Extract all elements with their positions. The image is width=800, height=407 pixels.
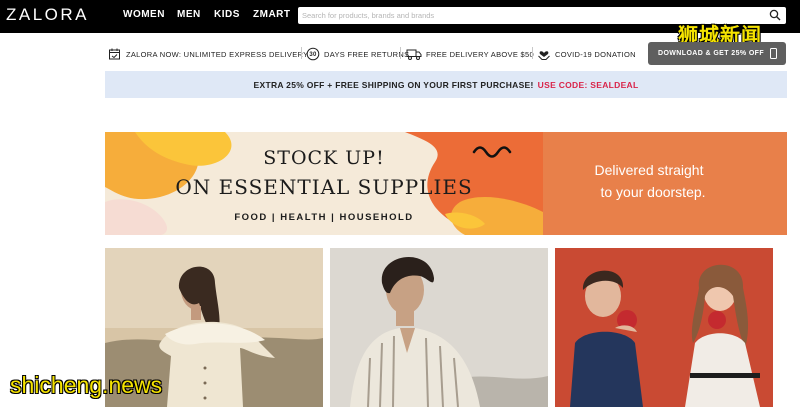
usp-divider <box>400 47 401 59</box>
usp-free-returns[interactable]: 30 DAYS FREE RETURNS <box>306 46 409 62</box>
usp-covid-donation[interactable]: COVID-19 DONATION <box>537 46 636 62</box>
hero-banner-essential-supplies[interactable]: STOCK UP! ON ESSENTIAL SUPPLIES FOOD | H… <box>105 132 787 235</box>
usp-returns-label: DAYS FREE RETURNS <box>324 49 410 59</box>
return-30-icon: 30 <box>306 47 320 61</box>
usp-divider <box>301 47 302 59</box>
usp-express-label: ZALORA NOW: UNLIMITED EXPRESS DELIVERY <box>126 49 309 59</box>
hero-subtitle: FOOD | HEALTH | HOUSEHOLD <box>234 212 414 223</box>
search-icon[interactable] <box>769 9 781 21</box>
heart-hands-icon <box>538 51 550 60</box>
phone-icon <box>770 48 778 59</box>
nav-item-women[interactable]: WOMEN <box>123 9 165 20</box>
hero-title-line1: STOCK UP! <box>263 147 385 169</box>
download-app-button[interactable]: DOWNLOAD & GET 25% OFF <box>648 42 786 65</box>
promo-strip[interactable]: EXTRA 25% OFF + FREE SHIPPING ON YOUR FI… <box>105 71 787 98</box>
men-fashion-image <box>330 248 548 407</box>
hero-title-line2: ON ESSENTIAL SUPPLIES <box>175 175 473 199</box>
usp-covid-label: COVID-19 DONATION <box>555 49 636 59</box>
watermark-bottom: shicheng.news <box>10 372 163 398</box>
hero-right-line1: Delivered straight <box>594 162 704 178</box>
svg-text:30: 30 <box>309 52 317 58</box>
download-app-label: DOWNLOAD & GET 25% OFF <box>658 50 765 57</box>
zalora-homepage: ZALORA WOMEN MEN KIDS ZMART 狮城新闻 ZALORA … <box>0 0 800 407</box>
nav-item-zmart[interactable]: ZMART <box>253 9 291 20</box>
promo-code: USE CODE: SEALDEAL <box>537 79 639 90</box>
usp-divider <box>532 47 533 59</box>
hero-right-line2: to your doorstep. <box>600 184 706 200</box>
nav-item-kids[interactable]: KIDS <box>214 9 240 20</box>
calendar-icon <box>109 48 120 60</box>
zalora-logo[interactable]: ZALORA <box>6 5 89 25</box>
kids-fashion-image <box>555 248 773 407</box>
truck-icon <box>406 49 422 60</box>
nav-item-men[interactable]: MEN <box>177 9 201 20</box>
men-fashion-tile[interactable] <box>330 248 548 407</box>
usp-express-delivery[interactable]: ZALORA NOW: UNLIMITED EXPRESS DELIVERY <box>108 46 308 62</box>
usp-delivery-label: FREE DELIVERY ABOVE $50 <box>426 49 534 59</box>
kids-fashion-tile[interactable] <box>555 248 773 407</box>
promo-text: EXTRA 25% OFF + FREE SHIPPING ON YOUR FI… <box>253 79 534 90</box>
usp-free-delivery[interactable]: FREE DELIVERY ABOVE $50 <box>406 46 534 62</box>
